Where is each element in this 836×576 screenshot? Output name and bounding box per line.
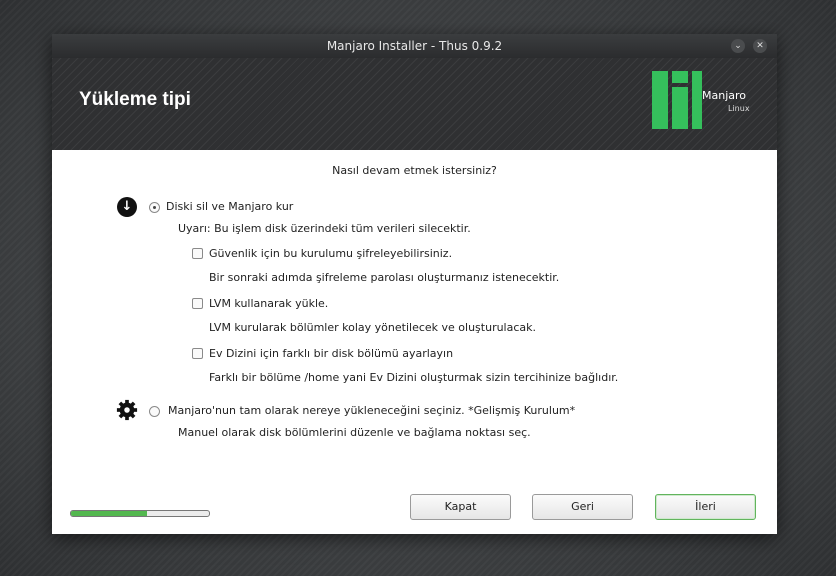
lvm-label[interactable]: LVM kullanarak yükle. — [209, 297, 328, 310]
home-partition-label[interactable]: Ev Dizini için farklı bir disk bölümü ay… — [209, 347, 453, 360]
advanced-label[interactable]: Manjaro'nun tam olarak nereye yükleneceğ… — [168, 404, 575, 417]
download-icon: ↓ — [117, 197, 137, 217]
back-button[interactable]: Geri — [532, 494, 633, 520]
close-button[interactable]: Kapat — [410, 494, 511, 520]
installer-window: Manjaro Installer - Thus 0.9.2 ⌄ ✕ Yükle… — [52, 34, 777, 534]
erase-disk-warning: Uyarı: Bu işlem disk üzerindeki tüm veri… — [178, 222, 471, 235]
window-title: Manjaro Installer - Thus 0.9.2 — [326, 39, 503, 53]
lvm-description: LVM kurularak bölümler kolay yönetilecek… — [209, 321, 537, 334]
next-button[interactable]: İleri — [655, 494, 756, 520]
main-content: Nasıl devam etmek istersiniz? ↓ Diski si… — [52, 150, 777, 534]
advanced-description: Manuel olarak disk bölümlerini düzenle v… — [178, 426, 531, 439]
page-header: Yükleme tipi Manjaro Linux — [52, 58, 777, 150]
logo-text: Manjaro — [702, 89, 747, 102]
erase-disk-radio[interactable] — [149, 202, 160, 213]
encrypt-label[interactable]: Güvenlik için bu kurulumu şifreleyebilir… — [209, 247, 452, 260]
encrypt-description: Bir sonraki adımda şifreleme parolası ol… — [209, 271, 560, 284]
gear-icon — [116, 399, 138, 421]
chevron-down-icon: ⌄ — [734, 41, 742, 51]
erase-disk-label[interactable]: Diski sil ve Manjaro kur — [166, 200, 293, 213]
logo-subtext: Linux — [728, 104, 750, 113]
title-bar[interactable]: Manjaro Installer - Thus 0.9.2 ⌄ ✕ — [52, 34, 777, 58]
close-window-button[interactable]: ✕ — [753, 39, 767, 53]
advanced-radio[interactable] — [149, 406, 160, 417]
close-icon: ✕ — [756, 41, 764, 51]
minimize-button[interactable]: ⌄ — [731, 39, 745, 53]
question-text: Nasıl devam etmek istersiniz? — [332, 164, 497, 177]
encrypt-checkbox[interactable] — [192, 248, 203, 259]
home-partition-description: Farklı bir bölüme /home yani Ev Dizini o… — [209, 371, 619, 384]
home-partition-checkbox[interactable] — [192, 348, 203, 359]
progress-fill — [71, 511, 147, 516]
page-title: Yükleme tipi — [79, 89, 191, 110]
lvm-checkbox[interactable] — [192, 298, 203, 309]
install-progress-bar — [70, 510, 210, 517]
